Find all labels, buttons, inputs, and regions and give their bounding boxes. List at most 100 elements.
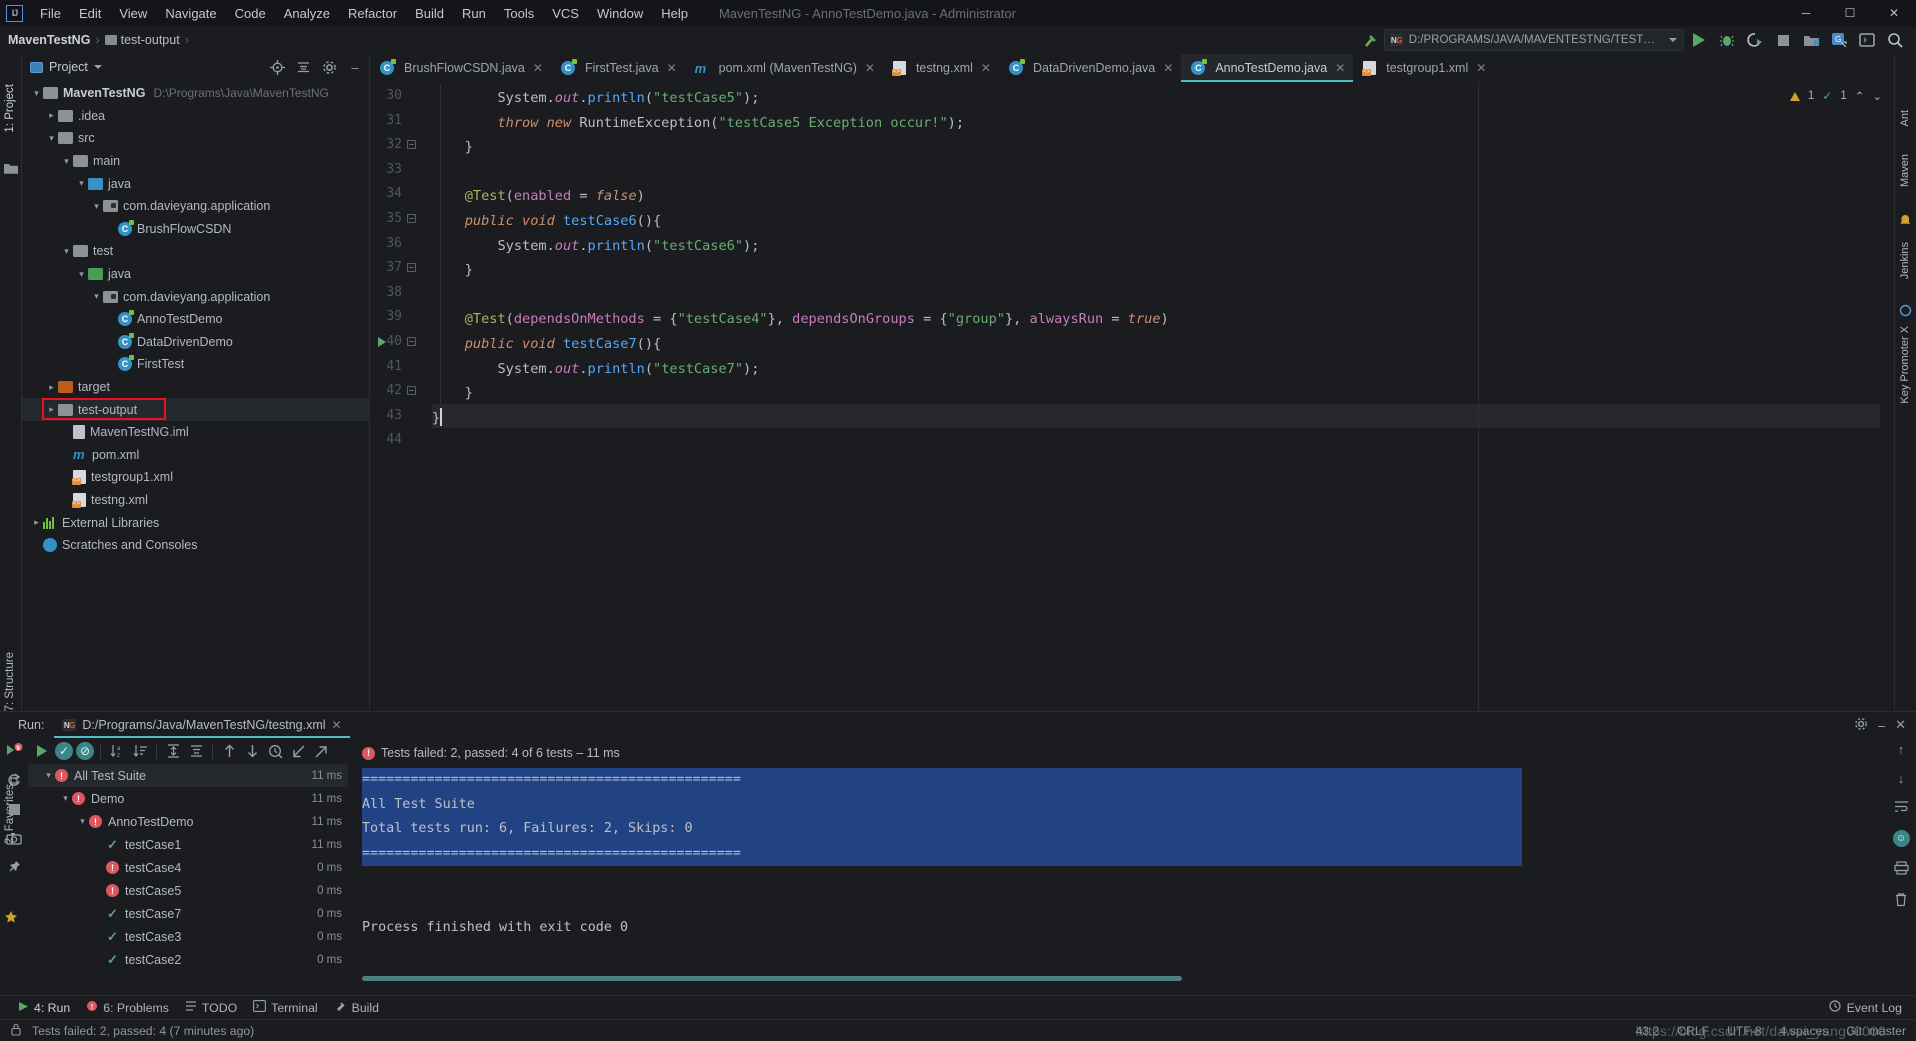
test-row-testcase7[interactable]: ✓ testCase7 0 ms xyxy=(28,902,348,925)
test-row-testcase5[interactable]: ! testCase5 0 ms xyxy=(28,879,348,902)
print-icon[interactable] xyxy=(1893,861,1909,878)
chevron-right-icon[interactable] xyxy=(45,382,58,393)
test-row-testcase3[interactable]: ✓ testCase3 0 ms xyxy=(28,925,348,948)
editor-tab-annotestdemo-java[interactable]: C AnnoTestDemo.java ✕ xyxy=(1181,54,1354,82)
editor-tab-bar[interactable]: C BrushFlowCSDN.java ✕ C FirstTest.java ✕ m pom… xyxy=(370,54,1894,82)
editor-marker-gutter[interactable] xyxy=(1880,82,1894,711)
editor-tab-testng-xml[interactable]: testng.xml ✕ xyxy=(883,54,999,82)
expand-all-icon[interactable] xyxy=(163,741,183,761)
tree-item-main[interactable]: main xyxy=(22,150,369,173)
run-configuration-selector[interactable]: NG D:/PROGRAMS/JAVA/MAVENTESTNG/TESTNG.X… xyxy=(1384,29,1684,51)
tree-item-datadrivendemo[interactable]: C DataDrivenDemo xyxy=(22,331,369,354)
smiley-icon[interactable]: ☺ xyxy=(1892,830,1910,847)
bottom-item-problems[interactable]: ! 6: Problems xyxy=(86,1000,169,1015)
code-fold-icon[interactable] xyxy=(407,214,418,225)
build-hammer-icon[interactable] xyxy=(1356,27,1382,53)
test-row-demo[interactable]: ! Demo 11 ms xyxy=(28,787,348,810)
test-row-testcase4[interactable]: ! testCase4 0 ms xyxy=(28,856,348,879)
tree-item-com-davieyang-application[interactable]: com.davieyang.application xyxy=(22,195,369,218)
tree-item-testgroup1-xml[interactable]: testgroup1.xml xyxy=(22,466,369,489)
minimize-button[interactable]: ─ xyxy=(1784,0,1828,26)
editor-tab-testgroup1-xml[interactable]: testgroup1.xml ✕ xyxy=(1353,54,1494,82)
chevron-down-icon[interactable] xyxy=(93,65,102,69)
caret-position[interactable]: 43:2 xyxy=(1636,1024,1660,1038)
export-test-results-icon[interactable] xyxy=(311,741,331,761)
chevron-down-icon[interactable] xyxy=(90,291,103,302)
screenshot-icon[interactable] xyxy=(5,829,23,847)
tree-item-maventestng[interactable]: MavenTestNG D:\Programs\Java\MavenTestNG xyxy=(22,82,369,105)
menu-build[interactable]: Build xyxy=(406,3,453,24)
menu-window[interactable]: Window xyxy=(588,3,652,24)
menu-analyze[interactable]: Analyze xyxy=(275,3,339,24)
chevron-down-icon[interactable] xyxy=(60,156,73,167)
tree-item-external-libraries[interactable]: External Libraries xyxy=(22,511,369,534)
tree-item-pom-xml[interactable]: m pom.xml xyxy=(22,444,369,467)
collapse-all-icon[interactable] xyxy=(293,57,313,77)
close-icon[interactable]: ✕ xyxy=(865,61,875,75)
sidebar-item-project[interactable]: 1: Project xyxy=(4,84,16,133)
menu-file[interactable]: File xyxy=(31,3,70,24)
code-line[interactable]: public void testCase7(){ xyxy=(432,332,661,357)
scroll-up-icon[interactable]: ↑ xyxy=(1898,742,1905,757)
sidebar-item-ant[interactable]: Ant xyxy=(1899,110,1911,127)
rerun-failed-tests-icon[interactable] xyxy=(5,771,23,789)
editor-tab-firsttest-java[interactable]: C FirstTest.java ✕ xyxy=(551,54,685,82)
tree-item-annotestdemo[interactable]: C AnnoTestDemo xyxy=(22,308,369,331)
menu-help[interactable]: Help xyxy=(652,3,697,24)
menu-view[interactable]: View xyxy=(110,3,156,24)
code-line[interactable]: } xyxy=(432,135,473,160)
menu-code[interactable]: Code xyxy=(226,3,275,24)
close-icon[interactable]: ✕ xyxy=(1476,61,1486,75)
chevron-down-icon[interactable] xyxy=(59,793,72,804)
prev-failed-test-icon[interactable] xyxy=(219,741,239,761)
close-button[interactable]: ✕ xyxy=(1872,0,1916,26)
collapse-all-icon[interactable] xyxy=(186,741,206,761)
tree-item-target[interactable]: target xyxy=(22,376,369,399)
menu-tools[interactable]: Tools xyxy=(495,3,543,24)
chevron-down-icon[interactable] xyxy=(75,178,88,189)
chevron-down-icon[interactable] xyxy=(42,770,55,781)
run-test-gutter-icon[interactable] xyxy=(378,337,386,347)
code-line[interactable]: System.out.println("testCase7"); xyxy=(432,357,759,382)
test-history-icon[interactable] xyxy=(265,741,285,761)
menu-run[interactable]: Run xyxy=(453,3,495,24)
chevron-right-icon[interactable] xyxy=(45,404,58,415)
tree-item-brushflowcsdn[interactable]: C BrushFlowCSDN xyxy=(22,218,369,241)
bottom-item-todo[interactable]: TODO xyxy=(185,1000,237,1015)
sidebar-item-maven[interactable]: Maven xyxy=(1899,154,1911,187)
test-row-testcase1[interactable]: ✓ testCase1 11 ms xyxy=(28,833,348,856)
editor-tab-brushflowcsdn-java[interactable]: C BrushFlowCSDN.java ✕ xyxy=(370,54,551,82)
tree-item-maventestng-iml[interactable]: MavenTestNG.iml xyxy=(22,421,369,444)
maximize-button[interactable]: ☐ xyxy=(1828,0,1872,26)
test-row-testcase2[interactable]: ✓ testCase2 0 ms xyxy=(28,948,348,971)
locate-icon[interactable] xyxy=(267,57,287,77)
bottom-item-run[interactable]: 4: Run xyxy=(18,1001,70,1015)
project-tree[interactable]: MavenTestNG D:\Programs\Java\MavenTestNG.… xyxy=(22,80,369,711)
breadcrumb-project[interactable]: MavenTestNG xyxy=(8,33,90,47)
code-fold-icon[interactable] xyxy=(407,263,418,274)
menu-navigate[interactable]: Navigate xyxy=(156,3,225,24)
close-icon[interactable]: ✕ xyxy=(1895,717,1906,733)
stop-icon[interactable] xyxy=(1770,27,1796,53)
sidebar-item-structure[interactable]: 7: Structure xyxy=(4,652,16,711)
rerun-tests-icon[interactable]: 9 xyxy=(5,742,23,760)
menu-vcs[interactable]: VCS xyxy=(543,3,588,24)
code-content[interactable]: System.out.println("testCase5"); throw n… xyxy=(432,82,1880,711)
settings-gear-icon[interactable] xyxy=(319,57,339,77)
close-icon[interactable]: ✕ xyxy=(667,61,677,75)
git-update-icon[interactable]: G xyxy=(1826,27,1852,53)
debug-icon[interactable] xyxy=(1714,27,1740,53)
code-line[interactable]: } xyxy=(432,258,473,283)
editor-tab-datadrivendemo-java[interactable]: C DataDrivenDemo.java ✕ xyxy=(999,54,1181,82)
notification-bell-icon[interactable] xyxy=(1899,214,1913,228)
code-line[interactable]: System.out.println("testCase6"); xyxy=(432,234,759,259)
code-line[interactable]: @Test(dependsOnMethods = {"testCase4"}, … xyxy=(432,307,1169,332)
test-tree[interactable]: ! All Test Suite 11 ms! Demo 11 ms! AnnoTestD… xyxy=(28,764,348,995)
code-line[interactable]: } xyxy=(432,406,440,431)
import-test-results-icon[interactable] xyxy=(288,741,308,761)
git-branch[interactable]: Git: master xyxy=(1846,1024,1906,1038)
chevron-down-icon[interactable] xyxy=(45,133,58,144)
show-passed-icon[interactable]: ✓ xyxy=(55,742,73,760)
chevron-down-icon[interactable] xyxy=(30,88,43,99)
prev-highlight-icon[interactable]: ⌃ xyxy=(1855,89,1865,103)
